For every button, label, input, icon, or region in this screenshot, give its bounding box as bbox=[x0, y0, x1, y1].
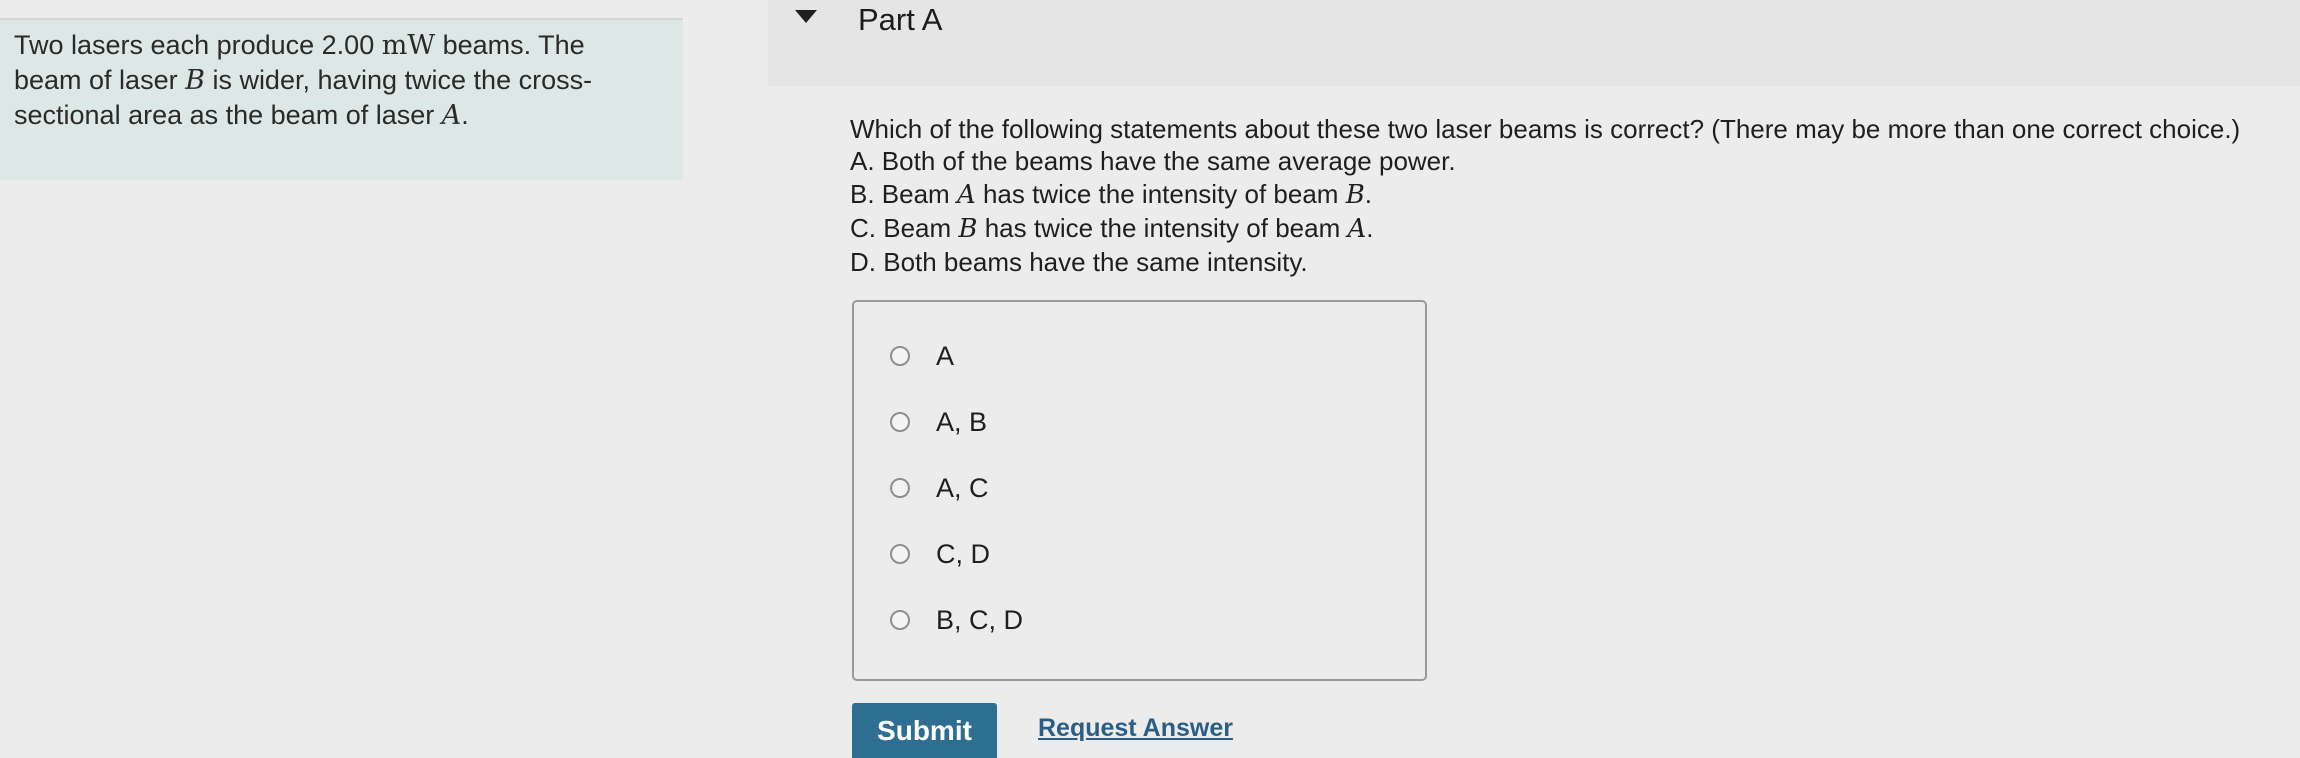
radio-button-icon[interactable] bbox=[890, 478, 910, 498]
text-segment: C. Beam bbox=[850, 213, 959, 243]
text-segment: D. Both beams have the same intensity. bbox=[850, 247, 1308, 277]
statement-item: D. Both beams have the same intensity. bbox=[850, 246, 1456, 279]
text-segment: Two lasers each produce 2.00 bbox=[14, 30, 382, 60]
answer-option-label[interactable]: B, C, D bbox=[936, 604, 1023, 636]
answer-option[interactable]: B, C, D bbox=[890, 604, 1023, 636]
answer-option[interactable]: A, B bbox=[890, 406, 987, 438]
answer-option-label[interactable]: A bbox=[936, 340, 954, 372]
collapse-caret-icon[interactable] bbox=[795, 10, 817, 23]
text-segment: . bbox=[1366, 213, 1374, 243]
answer-option[interactable]: A, C bbox=[890, 472, 989, 504]
text-segment: has twice the intensity of beam bbox=[975, 179, 1346, 209]
question-text: Which of the following statements about … bbox=[850, 114, 2241, 144]
text-segment: A. Both of the beams have the same avera… bbox=[850, 146, 1456, 176]
text-segment: has twice the intensity of beam bbox=[977, 213, 1348, 243]
radio-button-icon[interactable] bbox=[890, 346, 910, 366]
part-header[interactable] bbox=[768, 0, 2300, 86]
answer-option-label[interactable]: A, C bbox=[936, 472, 989, 504]
submit-button[interactable]: Submit bbox=[852, 703, 997, 758]
answer-option-label[interactable]: A, B bbox=[936, 406, 987, 438]
math-symbol: A bbox=[1347, 214, 1367, 244]
answer-option[interactable]: C, D bbox=[890, 538, 990, 570]
part-title[interactable]: Part A bbox=[858, 2, 942, 38]
answer-option[interactable]: A bbox=[890, 340, 954, 372]
answer-option-label[interactable]: C, D bbox=[936, 538, 990, 570]
radio-button-icon[interactable] bbox=[890, 544, 910, 564]
math-symbol: A bbox=[441, 100, 462, 131]
statement-list: A. Both of the beams have the same avera… bbox=[850, 145, 1456, 279]
radio-button-icon[interactable] bbox=[890, 412, 910, 432]
text-segment: . bbox=[1364, 179, 1373, 209]
radio-button-icon[interactable] bbox=[890, 610, 910, 630]
math-symbol: A bbox=[956, 180, 976, 210]
math-symbol: B bbox=[185, 65, 205, 96]
text-segment: B. Beam bbox=[850, 179, 957, 209]
math-symbol: B bbox=[1345, 180, 1365, 210]
math-symbol: mW bbox=[381, 30, 436, 61]
text-segment: . bbox=[461, 100, 469, 130]
statement-item: A. Both of the beams have the same avera… bbox=[850, 145, 1456, 178]
statement-item: C. Beam B has twice the intensity of bea… bbox=[850, 212, 1456, 246]
math-symbol: B bbox=[958, 214, 978, 244]
request-answer-link[interactable]: Request Answer bbox=[1038, 712, 1233, 744]
answer-choices-box: A A, B A, C C, D B, C, D bbox=[852, 300, 1427, 681]
problem-statement: Two lasers each produce 2.00 mW beams. T… bbox=[14, 28, 654, 133]
statement-item: B. Beam A has twice the intensity of bea… bbox=[850, 178, 1456, 212]
